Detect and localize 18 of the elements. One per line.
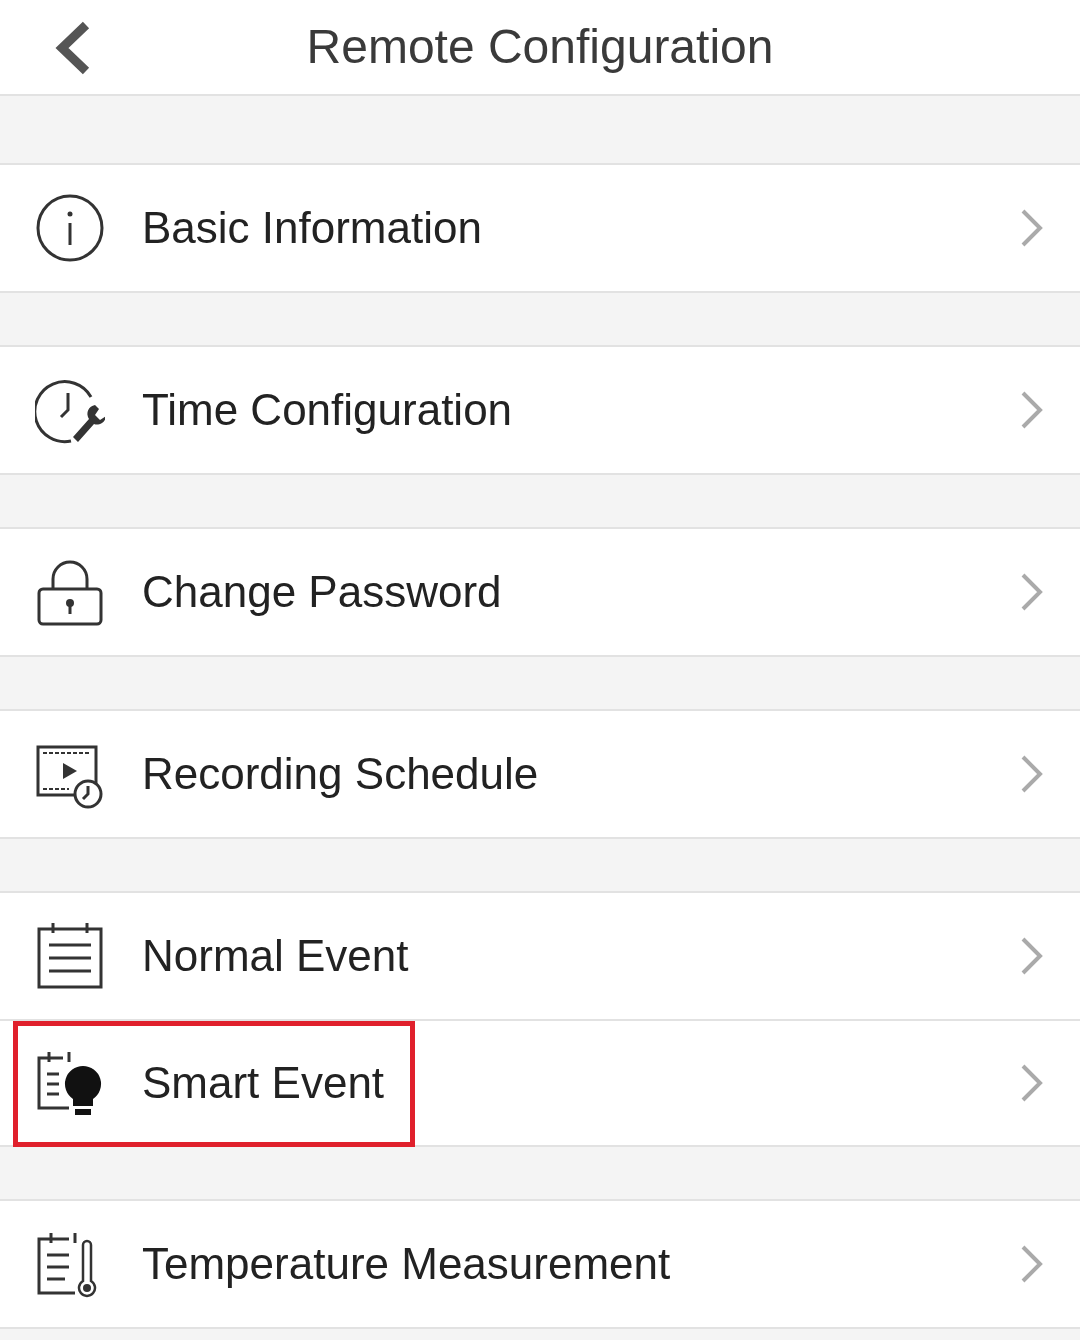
menu-label: Smart Event [142,1057,385,1109]
chevron-right-icon [1020,208,1044,248]
chevron-right-icon [1020,754,1044,794]
chevron-right-icon [1020,390,1044,430]
chevron-right-icon [1020,1063,1044,1103]
menu-label: Normal Event [142,930,409,982]
menu-label: Temperature Measurement [142,1238,671,1290]
chevron-right-icon [1020,572,1044,612]
menu-label: Change Password [142,566,502,618]
chevron-right-icon [1020,1244,1044,1284]
info-icon [35,193,105,263]
event-list-icon [35,921,105,991]
menu-label: Time Configuration [142,384,513,436]
menu-label: Recording Schedule [142,748,539,800]
screen-title: Remote Configuration [306,19,774,75]
menu-label: Basic Information [142,202,482,254]
chevron-right-icon [1020,936,1044,976]
menu-row[interactable]: Smart Event [0,1019,1080,1145]
